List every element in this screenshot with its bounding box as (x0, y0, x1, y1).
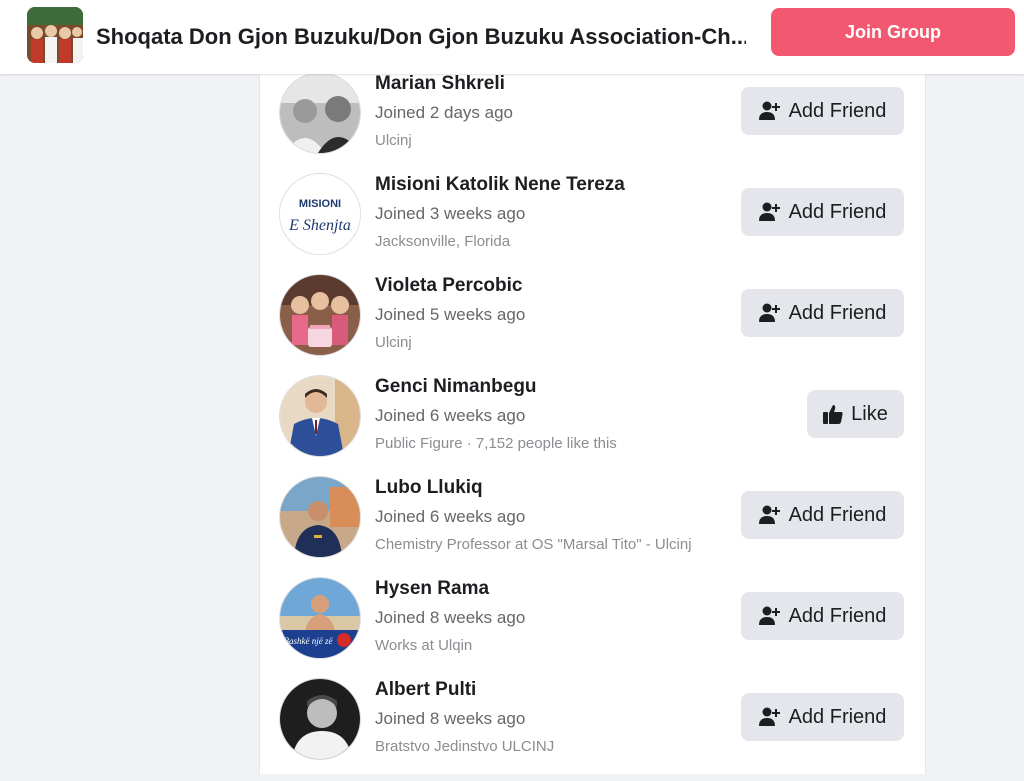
avatar[interactable] (279, 375, 361, 457)
avatar[interactable] (279, 678, 361, 760)
members-panel: Marian Shkreli Joined 2 days ago Ulcinj … (259, 72, 926, 774)
member-name[interactable]: Hysen Rama (375, 578, 525, 600)
member-detail: Works at Ulqin (375, 637, 473, 654)
group-title[interactable]: Shoqata Don Gjon Buzuku/Don Gjon Buzuku … (96, 24, 746, 50)
add-friend-label: Add Friend (788, 503, 887, 526)
add-friend-button[interactable]: Add Friend (741, 87, 904, 135)
add-friend-button[interactable]: Add Friend (741, 289, 904, 337)
add-friend-icon (758, 101, 781, 121)
member-list: Marian Shkreli Joined 2 days ago Ulcinj … (260, 72, 925, 781)
list-item: Marian Shkreli Joined 2 days ago Ulcinj … (260, 72, 925, 175)
member-name[interactable]: Albert Pulti (375, 679, 554, 701)
thumbs-up-icon (823, 404, 843, 424)
member-name[interactable]: Misioni Katolik Nene Tereza (375, 174, 625, 196)
avatar[interactable] (279, 72, 361, 154)
add-friend-icon (758, 707, 781, 727)
member-name[interactable]: Marian Shkreli (375, 73, 513, 95)
member-name[interactable]: Violeta Percobic (375, 275, 525, 297)
list-item: Violeta Percobic Joined 5 weeks ago Ulci… (260, 274, 925, 377)
list-item: Bashkë një zë Hysen Rama Joined 8 weeks … (260, 577, 925, 680)
add-friend-icon (758, 303, 781, 323)
list-item: Albert Pulti Joined 8 weeks ago Bratstvo… (260, 678, 925, 781)
add-friend-icon (758, 505, 781, 525)
joined-date: Joined 8 weeks ago (375, 709, 526, 728)
avatar[interactable]: MISIONI E Shenjta (279, 173, 361, 255)
join-group-button[interactable]: Join Group (771, 8, 1015, 56)
member-detail: Ulcinj (375, 334, 412, 351)
joined-date: Joined 8 weeks ago (375, 608, 526, 627)
add-friend-label: Add Friend (788, 99, 887, 122)
avatar[interactable] (279, 476, 361, 558)
joined-date: Joined 2 days ago (375, 103, 513, 122)
add-friend-label: Add Friend (788, 705, 887, 728)
avatar-text-misioni: MISIONI (299, 198, 341, 210)
add-friend-button[interactable]: Add Friend (741, 592, 904, 640)
add-friend-icon (758, 606, 781, 626)
member-detail: Ulcinj (375, 132, 412, 149)
joined-date: Joined 3 weeks ago (375, 204, 526, 223)
like-label: Like (851, 402, 888, 425)
list-item: MISIONI E Shenjta Misioni Katolik Nene T… (260, 173, 925, 276)
avatar-text-shenjta: E Shenjta (288, 217, 351, 234)
member-name[interactable]: Genci Nimanbegu (375, 376, 617, 398)
add-friend-button[interactable]: Add Friend (741, 491, 904, 539)
add-friend-button[interactable]: Add Friend (741, 188, 904, 236)
joined-date: Joined 6 weeks ago (375, 507, 526, 526)
member-detail: Chemistry Professor at OS "Marsal Tito" … (375, 536, 692, 553)
list-item: Genci Nimanbegu Joined 6 weeks ago Publi… (260, 375, 925, 478)
list-item: Lubo Llukiq Joined 6 weeks ago Chemistry… (260, 476, 925, 579)
add-friend-label: Add Friend (788, 301, 887, 324)
add-friend-label: Add Friend (788, 604, 887, 627)
add-friend-button[interactable]: Add Friend (741, 693, 904, 741)
member-detail: Jacksonville, Florida (375, 233, 511, 250)
like-page-button[interactable]: Like (807, 390, 904, 438)
joined-date: Joined 6 weeks ago (375, 406, 526, 425)
avatar-text-campaign: Bashkë një zë (284, 636, 334, 646)
group-header: Shoqata Don Gjon Buzuku/Don Gjon Buzuku … (0, 0, 1024, 74)
avatar[interactable] (279, 274, 361, 356)
member-detail: Bratstvo Jedinstvo ULCINJ (375, 738, 555, 755)
add-friend-label: Add Friend (788, 200, 887, 223)
add-friend-icon (758, 202, 781, 222)
group-cover-thumbnail[interactable] (27, 7, 83, 63)
member-name[interactable]: Lubo Llukiq (375, 477, 692, 499)
avatar[interactable]: Bashkë një zë (279, 577, 361, 659)
joined-date: Joined 5 weeks ago (375, 305, 526, 324)
member-detail: Public Figure · 7,152 people like this (375, 435, 617, 452)
